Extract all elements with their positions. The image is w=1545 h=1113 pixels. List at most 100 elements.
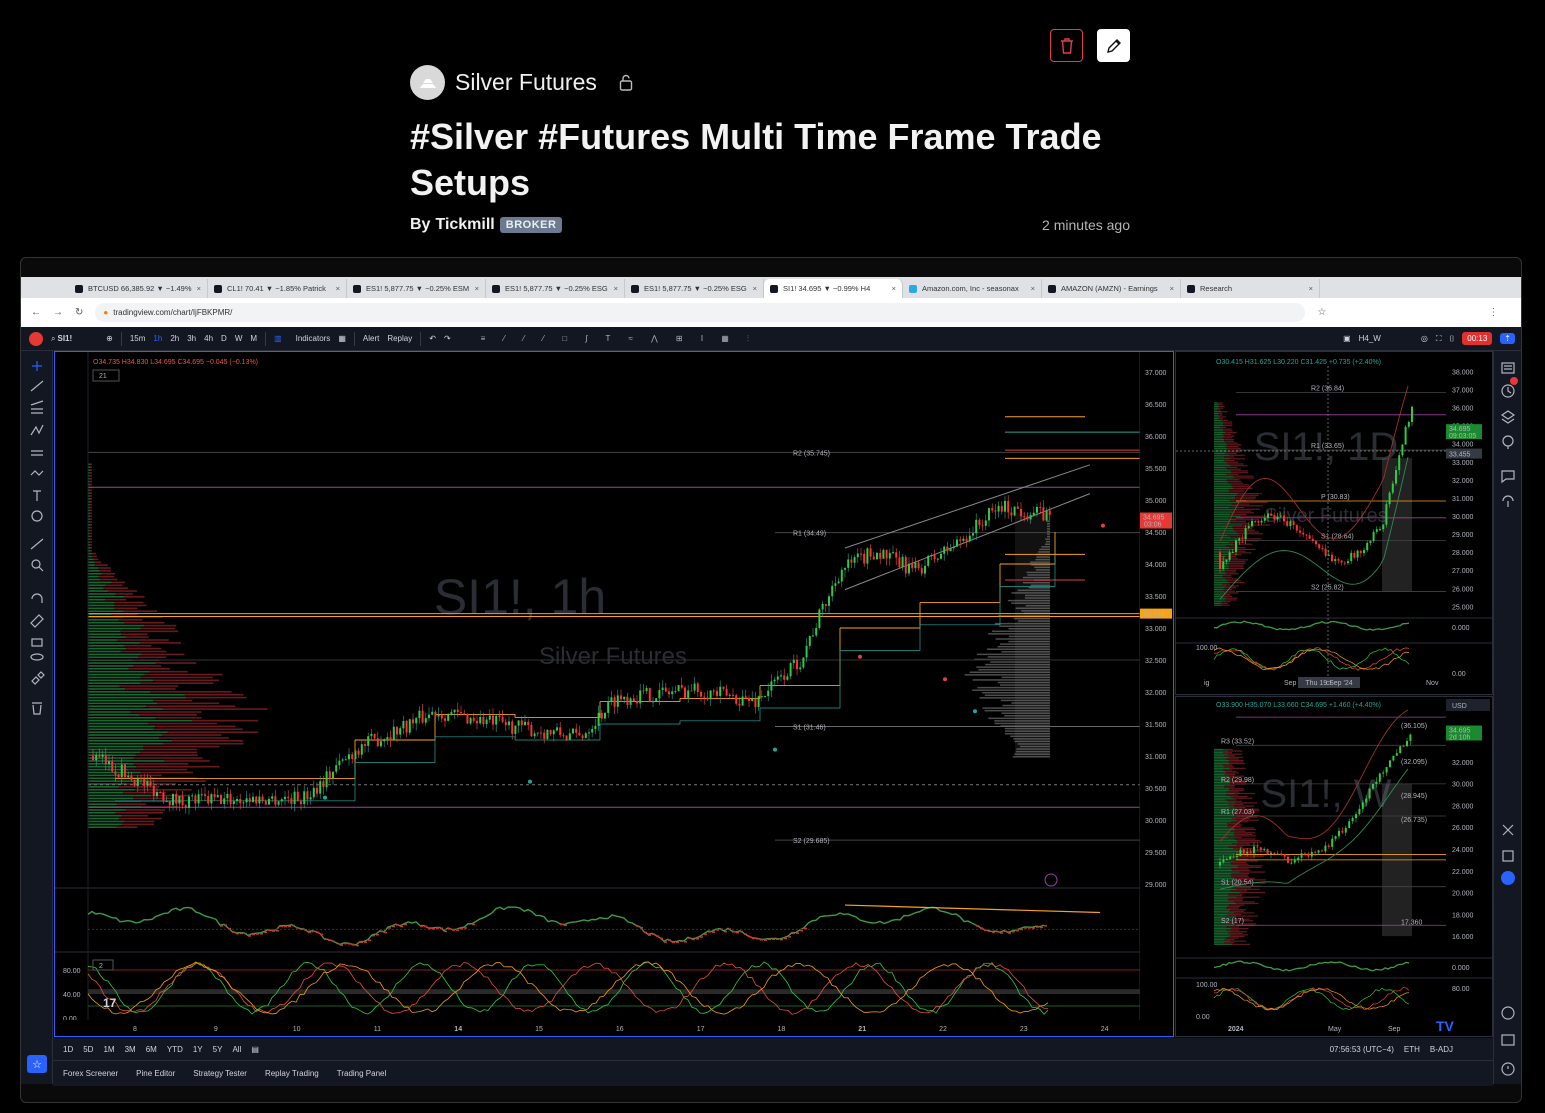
bookmark-star-icon[interactable]: ☆ [1317,307,1326,318]
close-icon[interactable]: × [892,284,896,293]
browser-tab[interactable]: CL1! 70.41 ▼ −1.85% Patrick × [208,279,347,298]
interval-m[interactable]: M [250,334,257,343]
range-1y[interactable]: 1Y [193,1045,203,1054]
close-icon[interactable]: × [1309,284,1313,293]
collapse-toggle[interactable]: 21 [99,373,107,380]
interval-w[interactable]: W [235,334,243,343]
search-icon[interactable]: ⌕ [51,334,55,344]
interval-1h[interactable]: 1h [153,334,162,343]
range-1m[interactable]: 1M [103,1045,114,1054]
adj-toggle[interactable]: B-ADJ [1430,1045,1453,1054]
panel-tab-forex-screener[interactable]: Forex Screener [63,1069,118,1078]
alert-button[interactable]: Alert [363,334,379,343]
interval-d[interactable]: D [221,334,227,343]
range-1d[interactable]: 1D [63,1045,73,1054]
range-ytd[interactable]: YTD [167,1045,183,1054]
author-link[interactable]: Tickmill [435,216,494,234]
symbol-search[interactable]: SI1! [57,334,72,343]
candle-body [1287,856,1289,863]
panel-tab-pine-editor[interactable]: Pine Editor [136,1069,175,1078]
close-icon[interactable]: × [197,284,201,293]
profile-bar [1214,772,1227,774]
candle-body [335,765,338,772]
profile-bar [1214,430,1224,432]
undo-icon[interactable]: ↶ [429,334,436,343]
profile-bar [1230,874,1248,876]
interval-4h[interactable]: 4h [204,334,213,343]
profile-bar [1238,505,1263,507]
close-icon[interactable]: × [753,284,757,293]
close-icon[interactable]: × [336,284,340,293]
close-icon[interactable]: × [614,284,618,293]
price-tick: 37.000 [1145,370,1167,377]
camera-icon[interactable]: ⌷ [1449,334,1454,344]
profile-bar [1236,860,1259,862]
browser-tab[interactable]: ES1! 5,877.75 ▼ −0.25% ESG × [625,279,764,298]
candles-icon[interactable]: ▥ [274,334,282,343]
close-icon[interactable]: × [475,284,479,293]
panel-tab-replay-trading[interactable]: Replay Trading [265,1069,319,1078]
fullscreen-icon[interactable]: ⛶ [1436,334,1442,344]
close-icon[interactable]: × [1031,284,1035,293]
interval-15m[interactable]: 15m [130,334,146,343]
site-info-icon[interactable]: ● [103,308,108,317]
drawing-tools-strip[interactable]: ≡ ⁄ ⁄ ⁄ □ ∫ T ≈ ⋀ ⊞ I ▦ ⫶ [481,334,757,344]
panel-tab-trading-panel[interactable]: Trading Panel [337,1069,387,1078]
candle-body [325,771,328,788]
candle-body [351,754,354,759]
redo-icon[interactable]: ↷ [444,334,451,343]
weekly-chart-canvas[interactable]: SI1!, W O33.900 H35.070 L33.660 C34.695 … [1176,697,1492,1036]
symbol-name[interactable]: Silver Futures [455,69,597,96]
address-field[interactable]: ● tradingview.com/chart/IjFBKPMR/ [95,303,1306,322]
clock[interactable]: 07:56:53 (UTC−4) [1330,1045,1394,1054]
forward-icon[interactable]: → [53,307,63,318]
range-3m[interactable]: 3M [125,1045,136,1054]
browser-tab[interactable]: Research × [1181,279,1320,298]
drawing-tools-icons[interactable]: ☆ [21,351,53,1084]
session-toggle[interactable]: ETH [1404,1045,1420,1054]
watermark-name: Silver Futures [539,643,687,670]
currency-select[interactable]: USD [1452,703,1467,710]
weekly-chart[interactable]: SI1!, W O33.900 H35.070 L33.660 C34.695 … [1175,696,1493,1037]
browser-tab[interactable]: SI1! 34.695 ▼ −0.99% H4 × [764,279,903,298]
reload-icon[interactable]: ↻ [75,307,83,318]
browser-tab[interactable]: BTCUSD 66,385.92 ▼ −1.49% × [69,279,208,298]
browser-tab[interactable]: AMAZON (AMZN) - Earnings × [1042,279,1181,298]
templates-icon[interactable]: ▦ [338,334,346,343]
browser-tab[interactable]: ES1! 5,877.75 ▼ −0.25% ESM × [347,279,486,298]
calendar-icon[interactable]: ▤ [251,1045,259,1054]
daily-chart[interactable]: SI1!, 1D Silver Futures O30.415 H31.625 … [1175,351,1493,695]
layout-icon[interactable]: ▣ [1343,334,1351,343]
range-5y[interactable]: 5Y [213,1045,223,1054]
edit-button[interactable] [1097,29,1130,62]
candle-body [114,771,117,775]
profile-bar [1214,865,1239,867]
panel-tab-strategy-tester[interactable]: Strategy Tester [193,1069,247,1078]
candle-body [101,754,104,757]
replay-button[interactable]: Replay [387,334,412,343]
back-icon[interactable]: ← [31,307,41,318]
candle-body [1029,515,1032,520]
range-5d[interactable]: 5D [83,1045,93,1054]
record-badge[interactable]: 00:13 [1462,332,1493,345]
close-icon[interactable]: × [1170,284,1174,293]
add-symbol-icon[interactable]: ⊕ [106,334,113,343]
range-all[interactable]: All [232,1045,241,1054]
profile-bar [1214,818,1232,820]
main-chart-canvas[interactable]: SI1!, 1h Silver Futures O34.735 H34.830 … [55,352,1217,1036]
daily-chart-canvas[interactable]: SI1!, 1D Silver Futures O30.415 H31.625 … [1176,352,1492,694]
right-sidebar-icons[interactable] [1494,351,1522,1084]
interval-3h[interactable]: 3h [187,334,196,343]
layout-name[interactable]: H4_W [1359,334,1381,343]
browser-tab[interactable]: Amazon.com, Inc - seasonax × [903,279,1042,298]
delete-button[interactable] [1050,29,1083,62]
indicators-button[interactable]: Indicators [296,334,331,343]
publish-icon[interactable]: ⇡ [1500,333,1515,344]
browser-tab[interactable]: ES1! 5,877.75 ▼ −0.25% ESG × [486,279,625,298]
range-6m[interactable]: 6M [146,1045,157,1054]
main-chart-1h[interactable]: SI1!, 1h Silver Futures O34.735 H34.830 … [54,351,1217,1037]
menu-dots-icon[interactable]: ⋮ [1488,307,1498,318]
screenshot-icon[interactable]: ◎ [1421,334,1428,343]
interval-2h[interactable]: 2h [170,334,179,343]
tv-logo-icon[interactable] [29,331,43,346]
